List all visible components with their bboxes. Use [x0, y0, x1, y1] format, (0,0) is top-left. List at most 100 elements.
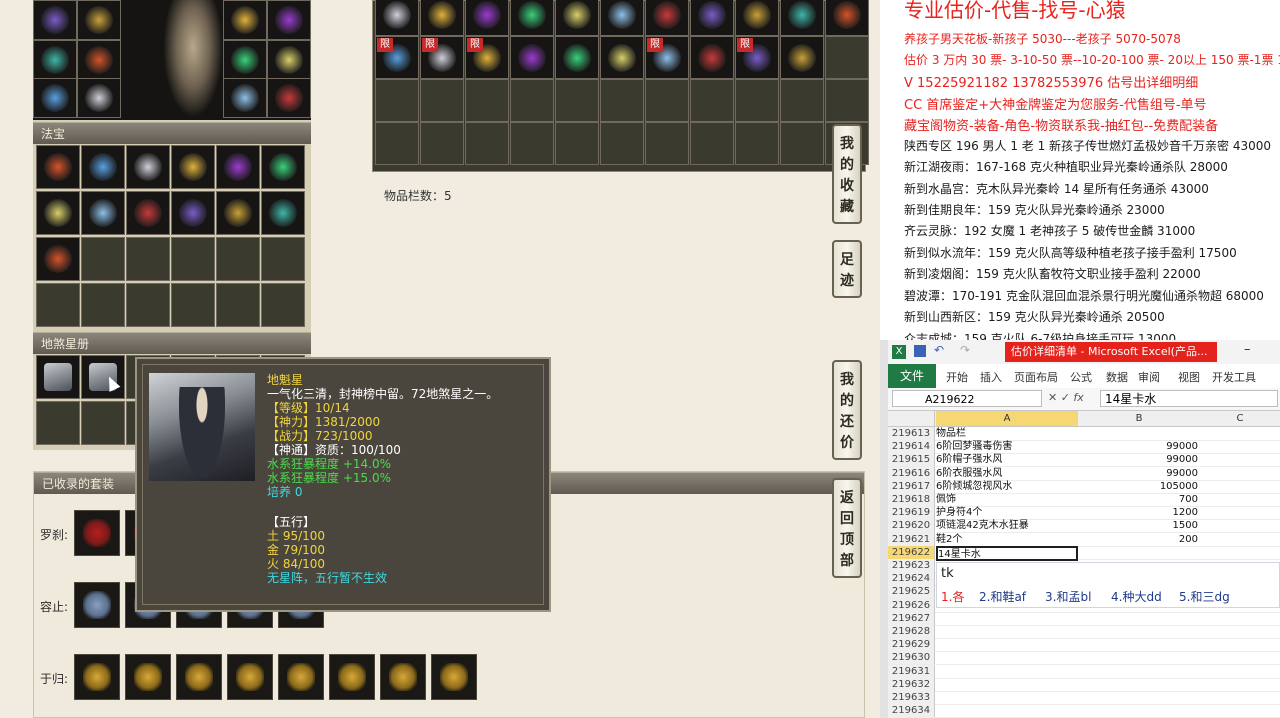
- equipment-slot[interactable]: [77, 0, 121, 40]
- empty-slot[interactable]: [261, 283, 305, 327]
- row-number[interactable]: 219622: [888, 545, 935, 559]
- inventory-slot[interactable]: [780, 0, 824, 36]
- empty-slot[interactable]: [555, 79, 599, 122]
- row-number[interactable]: 219634: [888, 704, 935, 718]
- row-number[interactable]: 219613: [888, 427, 935, 440]
- inventory-slot[interactable]: [600, 0, 644, 36]
- empty-slot[interactable]: [81, 237, 125, 281]
- ime-candidate[interactable]: 4.种大dd: [1111, 588, 1162, 605]
- row-number[interactable]: 219632: [888, 677, 935, 691]
- save-icon[interactable]: [914, 345, 926, 357]
- row-number[interactable]: 219625: [888, 585, 935, 599]
- formula-input[interactable]: 14星卡水: [1100, 390, 1278, 407]
- empty-slot[interactable]: [825, 79, 869, 122]
- fabao-slot[interactable]: [171, 145, 215, 189]
- cell-a[interactable]: 6阶帽子强水风: [936, 453, 1078, 466]
- empty-slot[interactable]: [735, 79, 779, 122]
- empty-slot[interactable]: [375, 79, 419, 122]
- fabao-slot[interactable]: [261, 191, 305, 235]
- ime-candidate[interactable]: 5.和三dg: [1179, 588, 1230, 605]
- inventory-slot[interactable]: [690, 0, 734, 36]
- inventory-slot[interactable]: [645, 0, 689, 36]
- equipment-slot[interactable]: [223, 0, 267, 40]
- ribbon-tab[interactable]: 数据: [1106, 369, 1128, 385]
- empty-slot[interactable]: [600, 79, 644, 122]
- fabao-slot[interactable]: [36, 237, 80, 281]
- back-to-top-button[interactable]: 返回顶部: [832, 478, 862, 578]
- inventory-slot[interactable]: 限: [735, 36, 779, 79]
- disha-star-slot[interactable]: [81, 355, 125, 399]
- ime-candidate[interactable]: 2.和鞋af: [979, 588, 1026, 605]
- set-piece-icon[interactable]: [74, 654, 120, 700]
- cell-b[interactable]: 1200: [1080, 506, 1198, 519]
- my-offers-button[interactable]: 我的还价: [832, 360, 862, 460]
- cell-a[interactable]: 6阶倾城忽视风水: [936, 480, 1078, 493]
- cell-b[interactable]: 700: [1080, 493, 1198, 506]
- cell-b[interactable]: 99000: [1080, 467, 1198, 480]
- minimize-button[interactable]: –: [1244, 342, 1251, 357]
- equipment-slot[interactable]: [223, 78, 267, 118]
- fabao-slot[interactable]: [171, 191, 215, 235]
- empty-slot[interactable]: [81, 283, 125, 327]
- fabao-slot[interactable]: [81, 191, 125, 235]
- empty-slot[interactable]: [825, 36, 869, 79]
- ribbon-tab[interactable]: 视图: [1178, 369, 1200, 385]
- column-header[interactable]: A: [936, 411, 1078, 426]
- empty-slot[interactable]: [126, 283, 170, 327]
- inventory-slot[interactable]: 限: [420, 36, 464, 79]
- cell-a[interactable]: 佩饰: [936, 493, 1078, 506]
- row-number[interactable]: 219619: [888, 506, 935, 520]
- row-number[interactable]: 219624: [888, 572, 935, 586]
- fabao-slot[interactable]: [36, 145, 80, 189]
- equipment-slot[interactable]: [33, 78, 77, 118]
- cell-b[interactable]: 99000: [1080, 453, 1198, 466]
- cell-a[interactable]: 6阶衣服强水风: [936, 467, 1078, 480]
- cell-a[interactable]: 鞋2个: [936, 533, 1078, 546]
- set-piece-icon[interactable]: [278, 654, 324, 700]
- fabao-slot[interactable]: [36, 191, 80, 235]
- inventory-slot[interactable]: [555, 0, 599, 36]
- set-piece-icon[interactable]: [74, 510, 120, 556]
- equipment-slot[interactable]: [33, 40, 77, 80]
- empty-slot[interactable]: [261, 237, 305, 281]
- cell-a[interactable]: 项链混42克木水狂暴: [936, 519, 1078, 532]
- empty-slot[interactable]: [126, 237, 170, 281]
- empty-slot[interactable]: [465, 79, 509, 122]
- fabao-slot[interactable]: [261, 145, 305, 189]
- empty-slot[interactable]: [780, 122, 824, 165]
- my-favorites-button[interactable]: 我的收藏: [832, 124, 862, 224]
- empty-slot[interactable]: [735, 122, 779, 165]
- empty-slot[interactable]: [690, 122, 734, 165]
- ribbon-tab[interactable]: 审阅: [1138, 369, 1160, 385]
- inventory-slot[interactable]: [510, 0, 554, 36]
- column-header[interactable]: C: [1200, 411, 1280, 426]
- ime-candidate[interactable]: 1.各: [941, 588, 964, 605]
- row-number[interactable]: 219618: [888, 493, 935, 506]
- row-number[interactable]: 219621: [888, 532, 935, 546]
- equipment-slot[interactable]: [267, 40, 311, 80]
- ribbon-tab[interactable]: 开始: [946, 369, 968, 385]
- row-number[interactable]: 219629: [888, 638, 935, 652]
- fabao-slot[interactable]: [216, 191, 260, 235]
- cell-b[interactable]: 1500: [1080, 519, 1198, 532]
- fabao-slot[interactable]: [216, 145, 260, 189]
- inventory-slot[interactable]: [375, 0, 419, 36]
- cell-b[interactable]: 200: [1080, 533, 1198, 546]
- inventory-slot[interactable]: [690, 36, 734, 79]
- row-number[interactable]: 219631: [888, 664, 935, 678]
- row-number[interactable]: 219614: [888, 440, 935, 454]
- fabao-slot[interactable]: [81, 145, 125, 189]
- empty-slot[interactable]: [216, 283, 260, 327]
- empty-slot[interactable]: [375, 122, 419, 165]
- equipment-slot[interactable]: [267, 78, 311, 118]
- fabao-slot[interactable]: [126, 191, 170, 235]
- row-number[interactable]: 219616: [888, 466, 935, 480]
- row-number[interactable]: 219633: [888, 691, 935, 704]
- cell-b[interactable]: 105000: [1080, 480, 1198, 493]
- tab-file[interactable]: 文件: [888, 364, 936, 388]
- empty-slot[interactable]: [36, 283, 80, 327]
- equipment-slot[interactable]: [77, 78, 121, 118]
- row-number[interactable]: 219627: [888, 611, 935, 625]
- inventory-slot[interactable]: [600, 36, 644, 79]
- empty-slot[interactable]: [510, 79, 554, 122]
